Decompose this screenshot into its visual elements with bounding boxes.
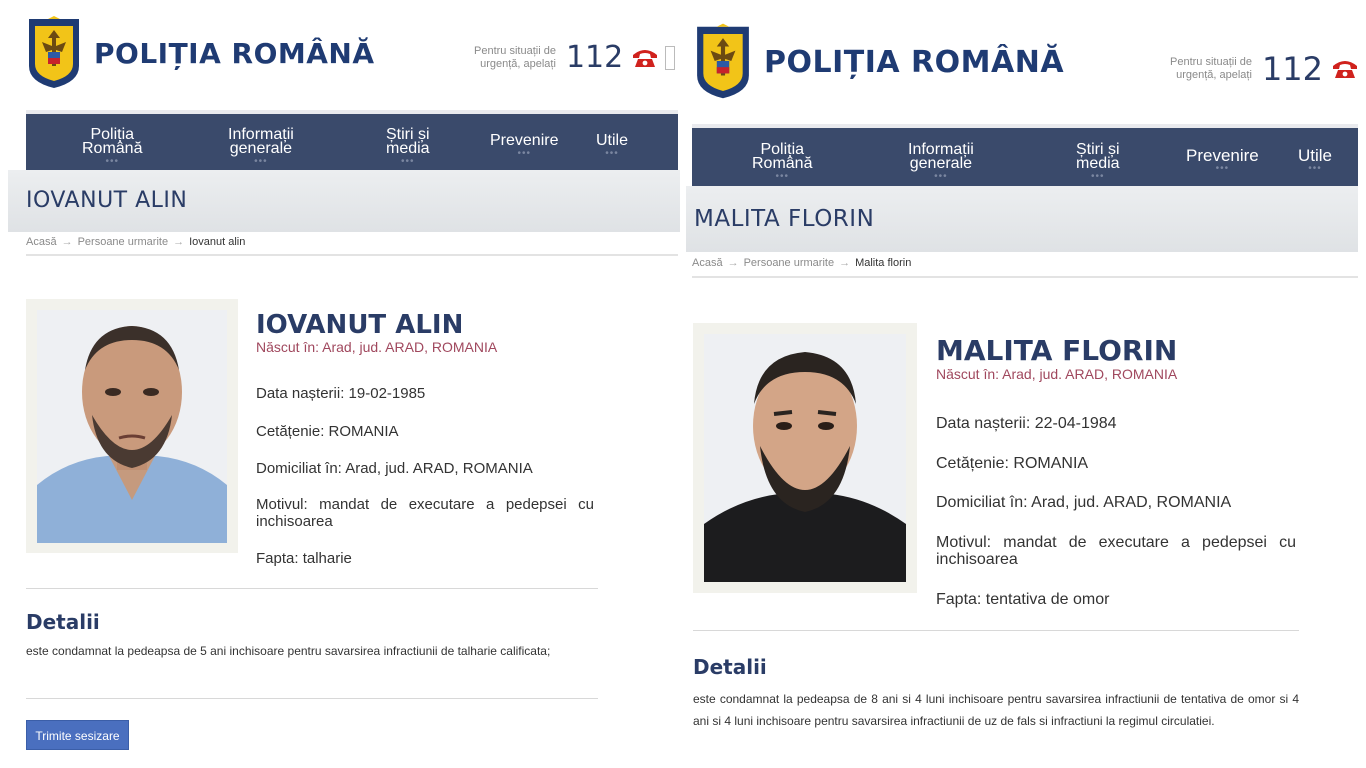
nav-item-utile[interactable]: Utile ••• — [596, 132, 629, 159]
nav-item-utile[interactable]: Utile ••• — [1298, 146, 1333, 174]
person-name: MALITA FLORIN — [936, 334, 1178, 367]
arrow-right-icon: → — [727, 257, 739, 269]
emergency-number[interactable]: 112 — [566, 40, 623, 75]
emergency-note: Pentru situații de urgență, apelați — [474, 45, 556, 71]
breadcrumb: Acasă → Persoane urmarite → Malita florin — [692, 257, 1358, 278]
person-photo-frame — [693, 323, 917, 593]
logo-text: POLIȚIA ROMÂNĂ — [94, 36, 375, 70]
details-heading: Detalii — [26, 610, 100, 634]
search-toggle[interactable] — [665, 45, 676, 70]
logo-text: POLIȚIA ROMÂNĂ — [764, 44, 1065, 80]
nav-dots: ••• — [605, 148, 619, 159]
details-heading: Detalii — [693, 655, 767, 679]
divider — [26, 698, 598, 699]
emergency-number[interactable]: 112 — [1262, 50, 1323, 88]
nav-dots: ••• — [775, 171, 789, 182]
nav-item-informatii-generale[interactable]: Informații generale ••• — [908, 142, 974, 182]
nav-item-prevenire[interactable]: Prevenire ••• — [1186, 146, 1259, 174]
details-text: este condamnat la pedeapsa de 5 ani inch… — [26, 644, 551, 658]
person-reason: Motivul: mandat de executare a pedepsei … — [256, 496, 594, 530]
site-logo[interactable]: POLIȚIA ROMÂNĂ — [26, 16, 375, 90]
person-portrait-image — [37, 310, 227, 543]
nav-item-label: Română — [82, 140, 143, 157]
person-deed: Fapta: tentativa de omor — [936, 591, 1110, 608]
send-report-button[interactable]: Trimite sesizare — [26, 720, 129, 750]
person-portrait-image — [704, 334, 906, 582]
nav-item-label: Prevenire — [1186, 146, 1259, 165]
police-crest-icon — [697, 23, 749, 99]
emergency-info: Pentru situații de urgență, apelați 112 — [474, 40, 676, 75]
emergency-info: Pentru situații de urgență, apelați 112 — [1170, 50, 1359, 88]
person-reason: Motivul: mandat de executare a pedepsei … — [936, 534, 1296, 568]
person-name: IOVANUT ALIN — [256, 310, 464, 340]
nav-item-label: Utile — [596, 132, 629, 149]
nav-item-label: generale — [229, 140, 293, 157]
person-birth-date: Data nașterii: 22-04-1984 — [936, 415, 1117, 432]
emergency-note-line2: urgență, apelați — [1176, 69, 1252, 81]
person-birthplace: Născut în: Arad, jud. ARAD, ROMANIA — [936, 366, 1178, 382]
nav-item-label: media — [386, 140, 430, 157]
nav-item-label: Prevenire — [490, 132, 559, 149]
emergency-note-line1: Pentru situații de — [1170, 56, 1252, 68]
nav-dots: ••• — [105, 156, 119, 167]
details-text: este condamnat la pedeapsa de 8 ani si 4… — [693, 692, 1299, 728]
phone-icon — [633, 49, 658, 67]
nav-item-label: generale — [909, 155, 973, 172]
person-deed: Fapta: talharie — [256, 550, 352, 567]
page-title: IOVANUT ALIN — [26, 188, 188, 213]
page-title-bar: MALITA FLORIN — [686, 186, 1358, 252]
site-logo[interactable]: POLIȚIA ROMÂNĂ — [694, 22, 1064, 102]
breadcrumb-section[interactable]: Persoane urmarite — [78, 236, 169, 248]
breadcrumb: Acasă → Persoane urmarite → Iovanut alin — [26, 236, 678, 256]
divider — [26, 588, 598, 589]
nav-item-label: media — [1076, 155, 1120, 172]
breadcrumb-current: Malita florin — [855, 257, 912, 269]
nav-item-prevenire[interactable]: Prevenire ••• — [490, 132, 559, 159]
nav-dots: ••• — [1308, 163, 1322, 174]
nav-dots: ••• — [1215, 163, 1230, 174]
person-birth-date: Data nașterii: 19-02-1985 — [256, 385, 426, 402]
nav-item-stiri-media[interactable]: Știri și media ••• — [1076, 142, 1120, 182]
person-citizenship: Cetățenie: ROMANIA — [936, 455, 1089, 472]
arrow-right-icon: → — [839, 257, 851, 269]
left-panel: POLIȚIA ROMÂNĂ Pentru situații de urgenț… — [0, 0, 680, 768]
breadcrumb-section[interactable]: Persoane urmarite — [744, 257, 835, 269]
breadcrumb-home[interactable]: Acasă — [692, 257, 723, 269]
arrow-right-icon: → — [173, 236, 185, 248]
police-crest-icon — [29, 16, 79, 88]
emergency-note-line2: urgență, apelați — [480, 57, 556, 70]
person-domicile: Domiciliat în: Arad, jud. ARAD, ROMANIA — [256, 460, 533, 477]
main-nav: Poliția Română ••• Informații generale •… — [692, 124, 1358, 186]
person-citizenship: Cetățenie: ROMANIA — [256, 423, 399, 440]
nav-dots: ••• — [254, 156, 268, 167]
page-title: MALITA FLORIN — [694, 206, 875, 232]
breadcrumb-home[interactable]: Acasă — [26, 236, 57, 248]
emergency-note: Pentru situații de urgență, apelați — [1170, 56, 1252, 82]
nav-item-stiri-media[interactable]: Știri și media ••• — [386, 127, 430, 167]
person-photo-frame — [26, 299, 238, 553]
nav-item-informatii-generale[interactable]: Informații generale ••• — [228, 127, 294, 167]
phone-icon — [1333, 61, 1358, 78]
person-photo — [704, 334, 906, 582]
divider — [693, 630, 1299, 631]
right-panel: POLIȚIA ROMÂNĂ Pentru situații de urgenț… — [686, 0, 1366, 768]
nav-dots: ••• — [1091, 171, 1105, 182]
nav-item-politia-romana[interactable]: Poliția Română ••• — [752, 142, 813, 182]
nav-dots: ••• — [517, 148, 531, 159]
main-nav: Poliția Română ••• Informații generale •… — [26, 110, 678, 170]
breadcrumb-current: Iovanut alin — [189, 236, 246, 248]
nav-item-label: Utile — [1298, 146, 1333, 165]
person-birthplace: Născut în: Arad, jud. ARAD, ROMANIA — [256, 339, 498, 355]
person-domicile: Domiciliat în: Arad, jud. ARAD, ROMANIA — [936, 494, 1232, 511]
nav-item-label: Română — [752, 155, 813, 172]
nav-item-politia-romana[interactable]: Poliția Română ••• — [82, 127, 143, 167]
nav-dots: ••• — [401, 156, 415, 167]
nav-dots: ••• — [934, 171, 948, 182]
emergency-note-line1: Pentru situații de — [474, 44, 556, 57]
person-photo — [37, 310, 227, 543]
arrow-right-icon: → — [61, 236, 73, 248]
page-title-bar: IOVANUT ALIN — [8, 170, 680, 232]
